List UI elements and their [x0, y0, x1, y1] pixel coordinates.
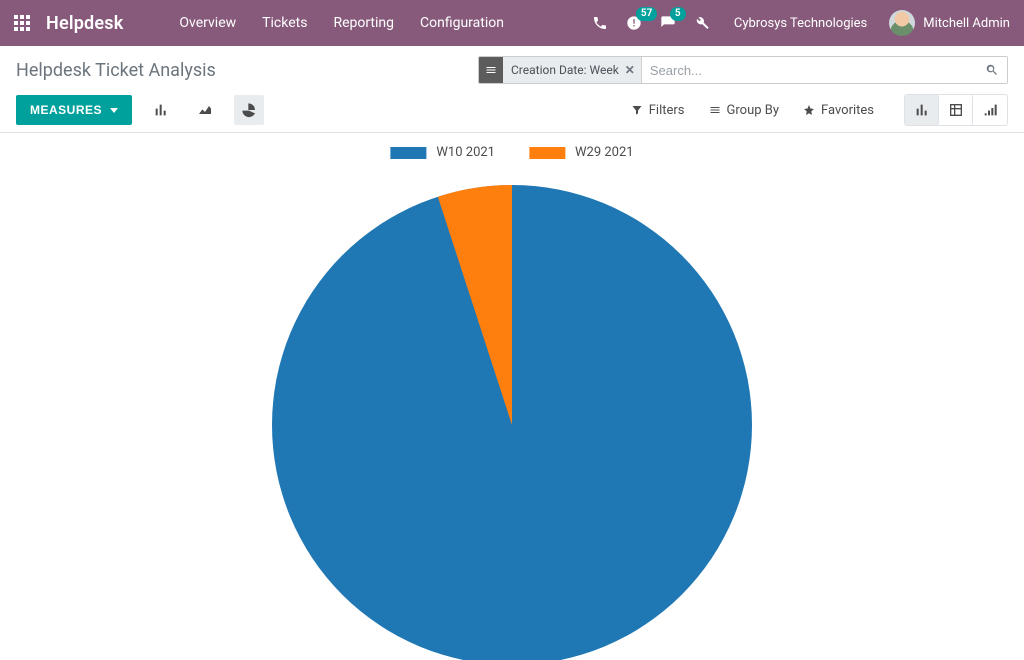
facet-groupby-icon[interactable]	[479, 57, 503, 83]
chart-line-button[interactable]	[190, 95, 220, 125]
groupby-icon	[709, 104, 721, 116]
menu-reporting[interactable]: Reporting	[333, 15, 394, 31]
legend-label: W29 2021	[575, 145, 634, 160]
filter-icon	[631, 104, 643, 116]
app-brand[interactable]: Helpdesk	[46, 13, 123, 34]
view-graph-button[interactable]	[905, 95, 939, 125]
star-icon	[803, 104, 815, 116]
menu-configuration[interactable]: Configuration	[420, 15, 504, 31]
area-chart-icon	[197, 102, 213, 118]
messages-count-badge: 5	[670, 7, 686, 21]
control-panel: Helpdesk Ticket Analysis Creation Date: …	[0, 46, 1024, 133]
search-input[interactable]	[642, 57, 977, 83]
avatar	[889, 10, 915, 36]
pivot-view-icon	[948, 102, 964, 118]
chart-legend: W10 2021 W29 2021	[390, 145, 633, 160]
legend-swatch	[390, 147, 426, 159]
view-cohort-button[interactable]	[973, 95, 1007, 125]
search-options: Filters Group By Favorites	[631, 103, 874, 118]
activities-icon[interactable]: 57	[626, 15, 642, 31]
apps-icon[interactable]	[14, 15, 30, 31]
search-box: Creation Date: Week ✕	[478, 56, 1008, 84]
favorites-button[interactable]: Favorites	[803, 103, 874, 118]
user-menu[interactable]: Mitchell Admin	[889, 10, 1010, 36]
facet-remove-icon[interactable]: ✕	[625, 63, 635, 77]
view-pivot-button[interactable]	[939, 95, 973, 125]
phone-icon[interactable]	[592, 15, 608, 31]
main-menu: Overview Tickets Reporting Configuration	[179, 15, 504, 31]
systray: 57 5 Cybrosys Technologies Mitchell Admi…	[592, 10, 1010, 36]
legend-label: W10 2021	[436, 145, 495, 160]
legend-item-1[interactable]: W29 2021	[529, 145, 634, 160]
caret-down-icon	[110, 108, 118, 113]
search-button[interactable]	[977, 57, 1007, 83]
filters-button[interactable]: Filters	[631, 103, 685, 118]
groupby-button[interactable]: Group By	[709, 103, 780, 118]
top-navbar: Helpdesk Overview Tickets Reporting Conf…	[0, 0, 1024, 46]
measures-label: MEASURES	[30, 103, 102, 117]
chart-pie-button[interactable]	[234, 95, 264, 125]
chart-bar-button[interactable]	[146, 95, 176, 125]
signal-icon	[982, 102, 998, 118]
pie-chart-icon	[241, 102, 257, 118]
page-title: Helpdesk Ticket Analysis	[16, 60, 216, 81]
company-selector[interactable]: Cybrosys Technologies	[734, 16, 867, 31]
search-icon	[985, 63, 999, 77]
menu-overview[interactable]: Overview	[179, 15, 236, 31]
graph-view-icon	[914, 102, 930, 118]
menu-tickets[interactable]: Tickets	[262, 15, 307, 31]
search-facet-label: Creation Date: Week	[511, 63, 619, 77]
pie-chart	[270, 183, 754, 660]
messages-icon[interactable]: 5	[660, 15, 676, 31]
filters-label: Filters	[649, 103, 685, 118]
favorites-label: Favorites	[821, 103, 874, 118]
chart-area: W10 2021 W29 2021	[0, 133, 1024, 660]
search-facet: Creation Date: Week ✕	[503, 57, 642, 83]
measures-button[interactable]: MEASURES	[16, 95, 132, 125]
view-switcher	[904, 94, 1008, 126]
legend-swatch	[529, 147, 565, 159]
user-name: Mitchell Admin	[923, 16, 1010, 31]
tools-icon[interactable]	[694, 15, 710, 31]
activities-count-badge: 57	[636, 7, 657, 21]
groupby-label: Group By	[727, 103, 780, 118]
legend-item-0[interactable]: W10 2021	[390, 145, 495, 160]
bar-chart-icon	[153, 102, 169, 118]
